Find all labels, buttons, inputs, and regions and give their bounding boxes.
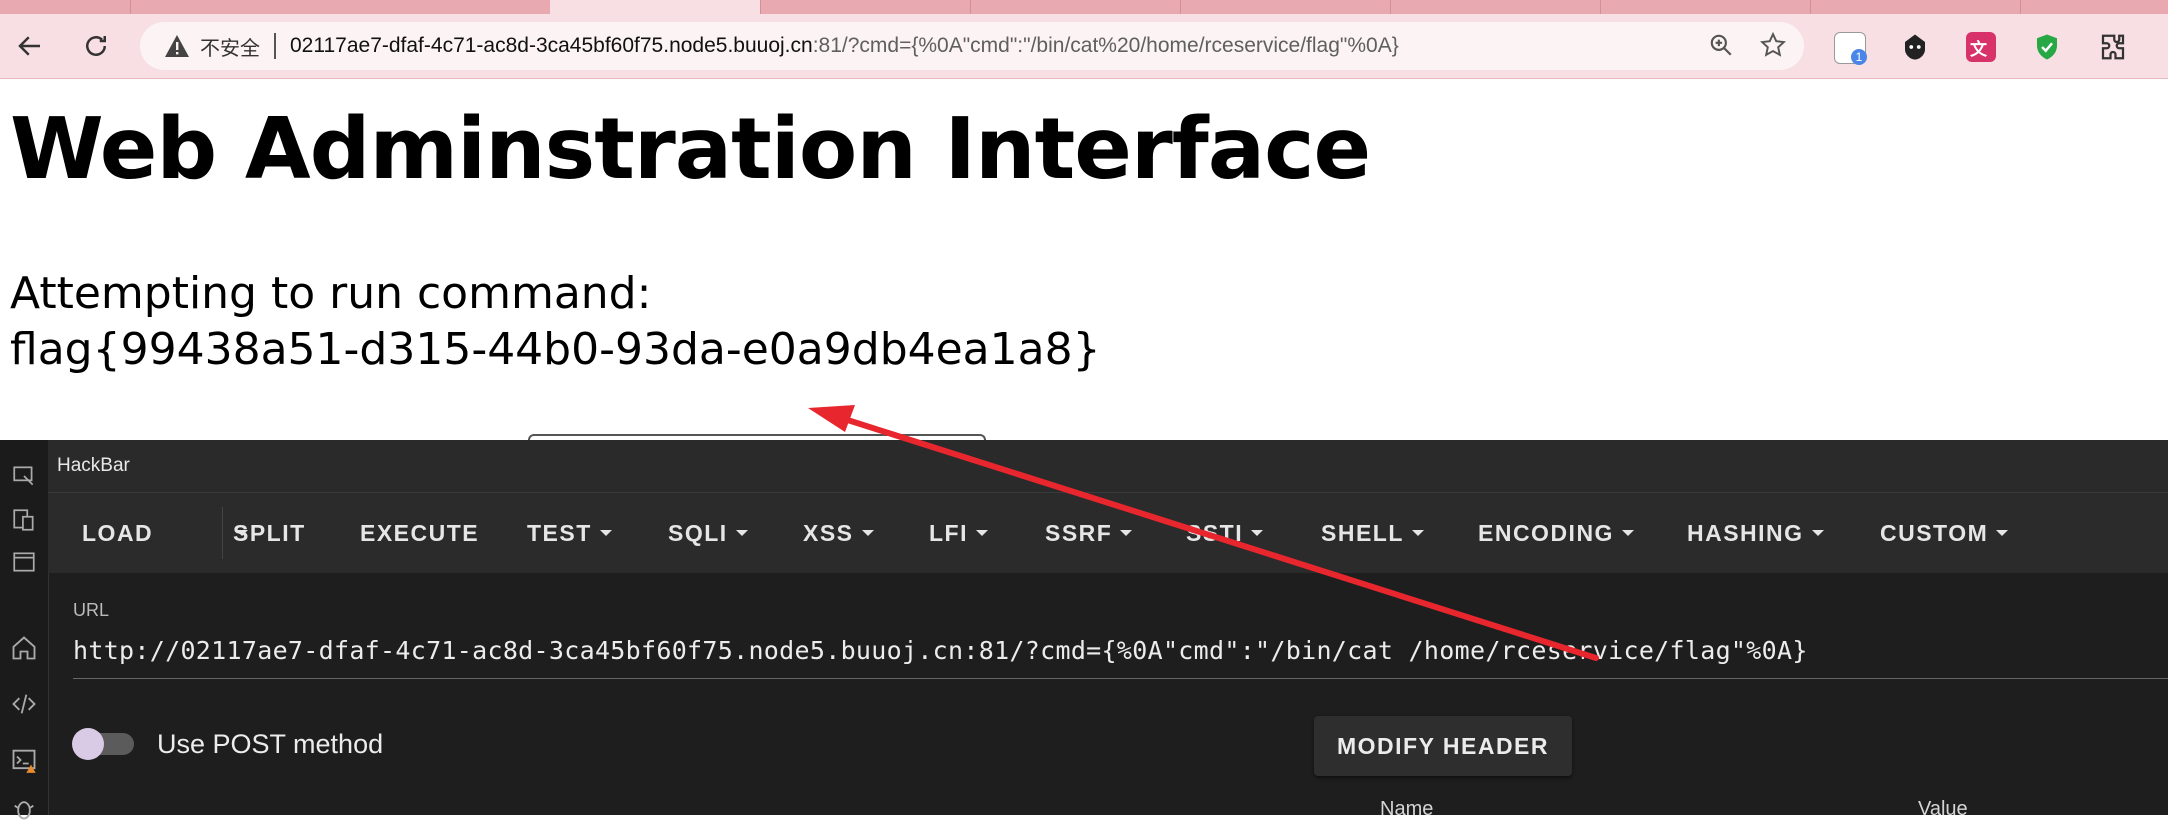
omnibox-actions: [1708, 32, 1786, 58]
menu-test-button[interactable]: TEST: [527, 493, 612, 573]
load-split-divider: [222, 507, 223, 559]
menu-lfi-button[interactable]: LFI: [929, 493, 988, 573]
url-input[interactable]: http://02117ae7-dfaf-4c71-ac8d-3ca45bf60…: [73, 636, 1808, 665]
chevron-down-icon: [1120, 530, 1133, 536]
tab[interactable]: [1600, 0, 1811, 14]
url-label: URL: [73, 600, 110, 620]
console-icon[interactable]: [6, 742, 42, 778]
extension-badge: 1: [1851, 49, 1867, 65]
extension-shield-icon[interactable]: [2032, 32, 2062, 62]
extensions-puzzle-icon[interactable]: [2098, 32, 2128, 62]
chevron-down-icon: [976, 530, 988, 536]
menu-ssrf-button[interactable]: SSRF: [1045, 493, 1133, 573]
chevron-down-icon: [1621, 530, 1634, 536]
tab[interactable]: [970, 0, 1181, 14]
browser-toolbar: 不安全 02117ae7-dfaf-4c71-ac8d-3ca45bf60f75…: [0, 14, 2168, 79]
debugger-bug-icon[interactable]: [6, 790, 42, 826]
devtools-sidebar: [0, 440, 49, 820]
browser-window-icon[interactable]: [6, 544, 42, 580]
modify-header-button[interactable]: MODIFY HEADER: [1314, 716, 1572, 776]
tab[interactable]: [760, 0, 971, 14]
hackbar-menu: LOAD SPLIT EXECUTE TEST SQLI XSS LFI SSR…: [48, 492, 2168, 573]
extension-translate-icon[interactable]: 文: [1966, 32, 1996, 62]
url-input-underline: [73, 678, 2168, 679]
chevron-down-icon: [1411, 530, 1424, 536]
address-text[interactable]: 02117ae7-dfaf-4c71-ac8d-3ca45bf60f75.nod…: [290, 34, 1399, 58]
menu-hashing-button[interactable]: HASHING: [1687, 493, 1824, 573]
separator: [274, 33, 276, 59]
star-icon[interactable]: [1760, 32, 1786, 58]
flag-output: flag{99438a51-d315-44b0-93da-e0a9db4ea1a…: [10, 324, 1101, 375]
header-name-column: Name: [1380, 798, 1434, 820]
menu-encoding-button[interactable]: ENCODING: [1478, 493, 1634, 573]
menu-load-button[interactable]: LOAD: [82, 493, 153, 573]
code-elements-icon[interactable]: [6, 686, 42, 722]
reload-button[interactable]: [78, 28, 114, 64]
device-toggle-icon[interactable]: [6, 502, 42, 538]
command-output-block: Attempting to run command: flag{99438a51…: [10, 266, 1101, 378]
tab[interactable]: [1390, 0, 1601, 14]
post-method-label: Use POST method: [157, 729, 384, 759]
extension-qr-icon[interactable]: 1: [1834, 32, 1867, 65]
hackbar-header: HackBar: [48, 440, 2168, 492]
home-icon[interactable]: [6, 630, 42, 666]
warning-icon: [164, 33, 190, 59]
chevron-down-icon: [599, 530, 612, 536]
menu-shell-button[interactable]: SHELL: [1321, 493, 1424, 573]
security-status-label[interactable]: 不安全: [200, 32, 260, 61]
address-path: :81/?cmd={%0A"cmd":"/bin/cat%20/home/rce…: [812, 34, 1399, 57]
tab[interactable]: [1810, 0, 2021, 14]
address-host: 02117ae7-dfaf-4c71-ac8d-3ca45bf60f75.nod…: [290, 34, 813, 57]
header-value-column: Value: [1918, 798, 1968, 820]
reload-icon: [86, 36, 106, 56]
inspect-icon[interactable]: [6, 458, 42, 494]
chevron-down-icon: [1811, 530, 1824, 536]
menu-split-button[interactable]: SPLIT: [233, 493, 306, 573]
chevron-down-icon: [735, 530, 748, 536]
tab-active[interactable]: [550, 0, 761, 14]
attempt-label: Attempting to run command:: [10, 268, 652, 319]
tab-strip: [0, 0, 2168, 14]
tab[interactable]: [1180, 0, 1391, 14]
zoom-icon[interactable]: [1708, 32, 1734, 58]
hackbar-title: HackBar: [57, 455, 130, 476]
menu-custom-button[interactable]: CUSTOM: [1880, 493, 2009, 573]
chevron-down-icon: [1251, 530, 1264, 536]
page-title: Web Adminstration Interface: [10, 100, 1371, 199]
chevron-down-icon: [1996, 530, 2009, 536]
post-method-toggle-knob[interactable]: [72, 728, 104, 760]
address-bar[interactable]: 不安全 02117ae7-dfaf-4c71-ac8d-3ca45bf60f75…: [140, 22, 1804, 70]
menu-sqli-button[interactable]: SQLI: [668, 493, 748, 573]
menu-execute-button[interactable]: EXECUTE: [360, 493, 479, 573]
back-arrow-icon: [18, 36, 40, 56]
chevron-down-icon: [861, 530, 874, 536]
extension-hacker-icon[interactable]: [1900, 32, 1930, 62]
menu-ssti-button[interactable]: SSTI: [1186, 493, 1264, 573]
tab[interactable]: [130, 0, 551, 14]
tab[interactable]: [0, 0, 131, 14]
menu-xss-button[interactable]: XSS: [803, 493, 874, 573]
back-button[interactable]: [12, 28, 48, 64]
annotation-arrow-head: [808, 405, 855, 432]
